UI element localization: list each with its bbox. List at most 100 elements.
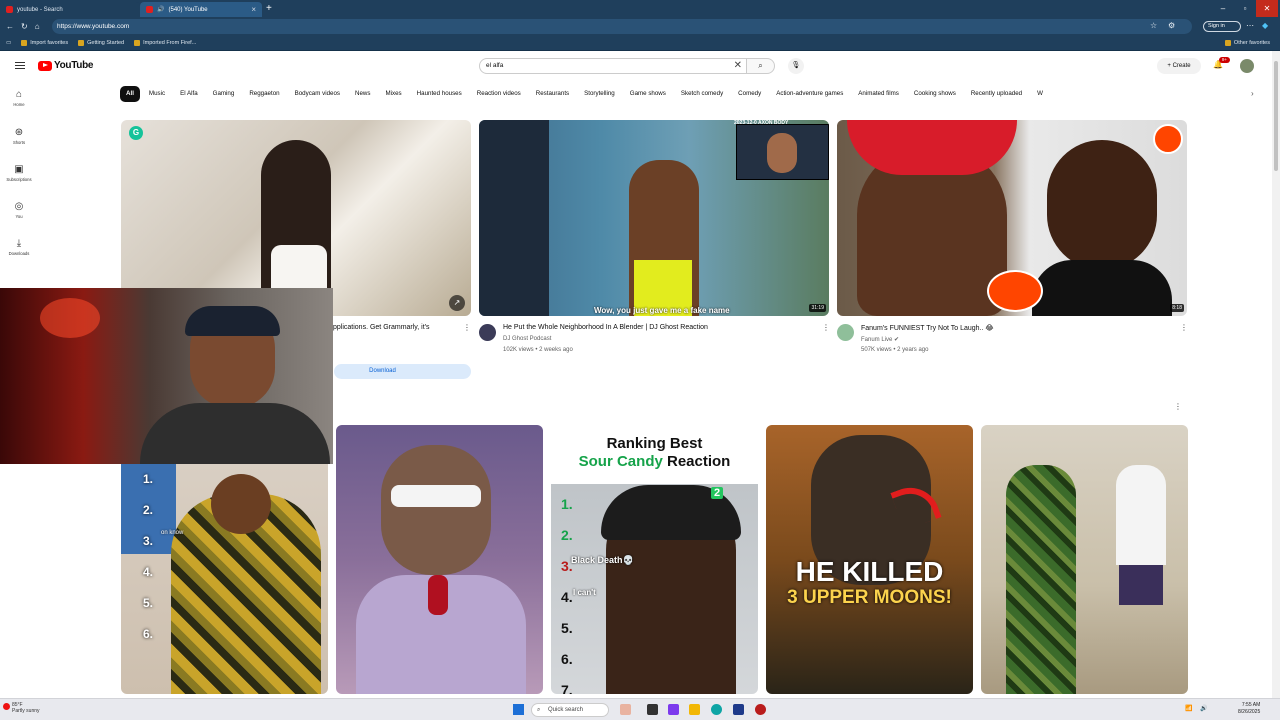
short-thumbnail[interactable] (981, 425, 1188, 694)
more-options-icon[interactable]: ⋯ (1246, 21, 1254, 30)
short-thumbnail[interactable]: Ranking Best Sour Candy Reaction 1. 2. 3. 4… (551, 425, 758, 694)
cap (185, 306, 280, 336)
chip-bodycam-videos[interactable]: Bodycam videos (288, 85, 346, 102)
file-explorer-icon[interactable] (689, 704, 700, 715)
channel-name[interactable]: Fanum Live ✔ (861, 336, 899, 343)
chip-game-shows[interactable]: Game shows (623, 85, 672, 102)
chip-animated-films[interactable]: Animated films (852, 85, 905, 102)
favorite-star-icon[interactable]: ☆ (1150, 21, 1157, 30)
more-actions-icon[interactable]: ⋮ (822, 323, 830, 332)
new-tab-button[interactable]: + (266, 3, 272, 14)
scrollbar-thumb[interactable] (1274, 61, 1278, 171)
search-input[interactable]: el alfa ✕ (479, 58, 747, 74)
short-title-overlay-2: 3 UPPER MOONS! (787, 587, 952, 608)
video-thumbnail[interactable]: 8:18 (837, 120, 1187, 316)
home-browser-icon[interactable]: ⌂ (35, 22, 40, 31)
copilot-icon[interactable]: ◆ (1262, 21, 1268, 30)
chip-cooking-shows[interactable]: Cooking shows (907, 85, 962, 102)
chip-restaurants[interactable]: Restaurants (529, 85, 576, 102)
tab-label: (540) YouTube (168, 6, 208, 13)
chips-next-icon[interactable]: › (1251, 89, 1254, 98)
rank-label: Black Death💀 (571, 555, 634, 565)
short-thumbnail[interactable] (336, 425, 543, 694)
chip-sketch-comedy[interactable]: Sketch comedy (674, 85, 730, 102)
reddit-badge-icon (1153, 124, 1183, 154)
sign-in-button[interactable]: Sign in (1203, 21, 1241, 32)
sidebar-item-you[interactable]: ◎ You (2, 201, 36, 219)
extensions-icon[interactable]: ⚙ (1168, 21, 1175, 30)
hamburger-menu-icon[interactable] (15, 62, 25, 71)
edge-icon[interactable] (711, 704, 722, 715)
bookmark-import[interactable]: Import favorites (21, 40, 68, 46)
weather-widget[interactable]: 85°F Partly sunny (12, 702, 40, 714)
chip-storytelling[interactable]: Storytelling (578, 85, 621, 102)
task-view-icon[interactable] (647, 704, 658, 715)
copilot-app-icon[interactable] (668, 704, 679, 715)
channel-avatar[interactable] (479, 324, 496, 341)
chip-comedy[interactable]: Comedy (732, 85, 768, 102)
short-thumbnail[interactable]: 1. 2. 3. 4. 5. 6. on know (121, 464, 328, 694)
create-button[interactable]: + Create (1157, 58, 1201, 74)
video-thumbnail[interactable]: G ↗ (121, 120, 471, 316)
chip-haunted-houses[interactable]: Haunted houses (410, 85, 468, 102)
clear-search-icon[interactable]: ✕ (734, 59, 742, 73)
officer-figure (479, 120, 549, 316)
taskbar-search[interactable]: ⌕ Quick search (531, 703, 609, 717)
sidebar-item-shorts[interactable]: ⊛ Shorts (2, 127, 36, 145)
chip-recently-uploaded[interactable]: Recently uploaded (964, 85, 1029, 102)
chip-reaction-videos[interactable]: Reaction videos (470, 85, 527, 102)
store-icon[interactable] (733, 704, 744, 715)
voice-search-button[interactable]: 🎙 (788, 58, 804, 74)
video-title[interactable]: He Put the Whole Neighborhood In A Blend… (503, 324, 708, 331)
tuxedo (1032, 260, 1172, 316)
red-cap (847, 120, 1017, 175)
chip-music[interactable]: Music (142, 85, 172, 102)
search-button[interactable]: ⌕ (747, 58, 775, 74)
sidebar-item-subscriptions[interactable]: ▣ Subscriptions (2, 164, 36, 182)
volume-icon[interactable]: 🔊 (1200, 705, 1207, 712)
bookmark-imported[interactable]: Imported From Firef... (134, 40, 196, 46)
chip-reggaeton[interactable]: Reggaeton (243, 85, 286, 102)
video-title[interactable]: pplications. Get Grammarly, it's (333, 324, 430, 331)
chip-el-alfa[interactable]: El Alfa (174, 85, 204, 102)
obs-icon[interactable] (755, 704, 766, 715)
short-thumbnail[interactable]: HE KILLED 3 UPPER MOONS! (766, 425, 973, 694)
chip-gaming[interactable]: Gaming (206, 85, 241, 102)
more-actions-icon[interactable]: ⋮ (1180, 323, 1188, 332)
open-external-icon[interactable]: ↗ (449, 295, 465, 311)
close-window-button[interactable]: ✕ (1256, 0, 1278, 17)
favorites-menu-icon[interactable]: ▭ (6, 40, 11, 46)
channel-name[interactable]: DJ Ghost Podcast (503, 336, 551, 342)
chip-action-adventure-games[interactable]: Action-adventure games (770, 85, 850, 102)
sidebar-item-downloads[interactable]: ⤓ Downloads (2, 238, 36, 256)
video-thumbnail[interactable]: 2023-12-0 AXON BODY Wow, you just gave m… (479, 120, 829, 316)
windows-taskbar: 85°F Partly sunny ⌕ Quick search 📶 🔊 7:55 … (0, 698, 1280, 720)
sidebar-item-home[interactable]: ⌂ Home (2, 89, 36, 107)
more-actions-icon[interactable]: ⋮ (463, 323, 471, 332)
page-scrollbar[interactable] (1272, 51, 1280, 698)
refresh-icon[interactable]: ↻ (21, 22, 28, 31)
chip-news[interactable]: News (349, 85, 377, 102)
other-favorites[interactable]: Other favorites (1224, 40, 1270, 46)
clock[interactable]: 7:55 AM 8/26/2025 (1238, 702, 1260, 716)
url-field[interactable]: https://www.youtube.com (52, 19, 1192, 34)
close-tab-icon[interactable]: × (251, 5, 256, 14)
taskbar-app-icon[interactable] (620, 704, 631, 715)
avatar[interactable] (1240, 59, 1254, 73)
wifi-icon[interactable]: 📶 (1185, 705, 1192, 712)
chip-w[interactable]: W (1031, 85, 1049, 102)
maximize-button[interactable]: ▫ (1234, 0, 1256, 17)
bookmark-getting-started[interactable]: Getting Started (78, 40, 124, 46)
download-button[interactable]: Download (334, 364, 471, 379)
tab-youtube-search[interactable]: youtube - Search (0, 2, 140, 17)
video-title[interactable]: Fanum's FUNNIEST Try Not To Laugh.. 😂 (861, 324, 994, 332)
chip-mixes[interactable]: Mixes (379, 85, 408, 102)
minimize-button[interactable]: – (1212, 0, 1234, 17)
chip-all[interactable]: All (120, 85, 140, 102)
tab-youtube-home[interactable]: 🔊 (540) YouTube × (140, 2, 262, 17)
youtube-logo[interactable]: YouTube (38, 60, 94, 71)
windows-start-icon[interactable] (513, 704, 524, 715)
shorts-shelf-menu-icon[interactable]: ⋮ (1174, 402, 1182, 411)
channel-avatar[interactable] (837, 324, 854, 341)
back-icon[interactable]: ← (6, 22, 14, 31)
